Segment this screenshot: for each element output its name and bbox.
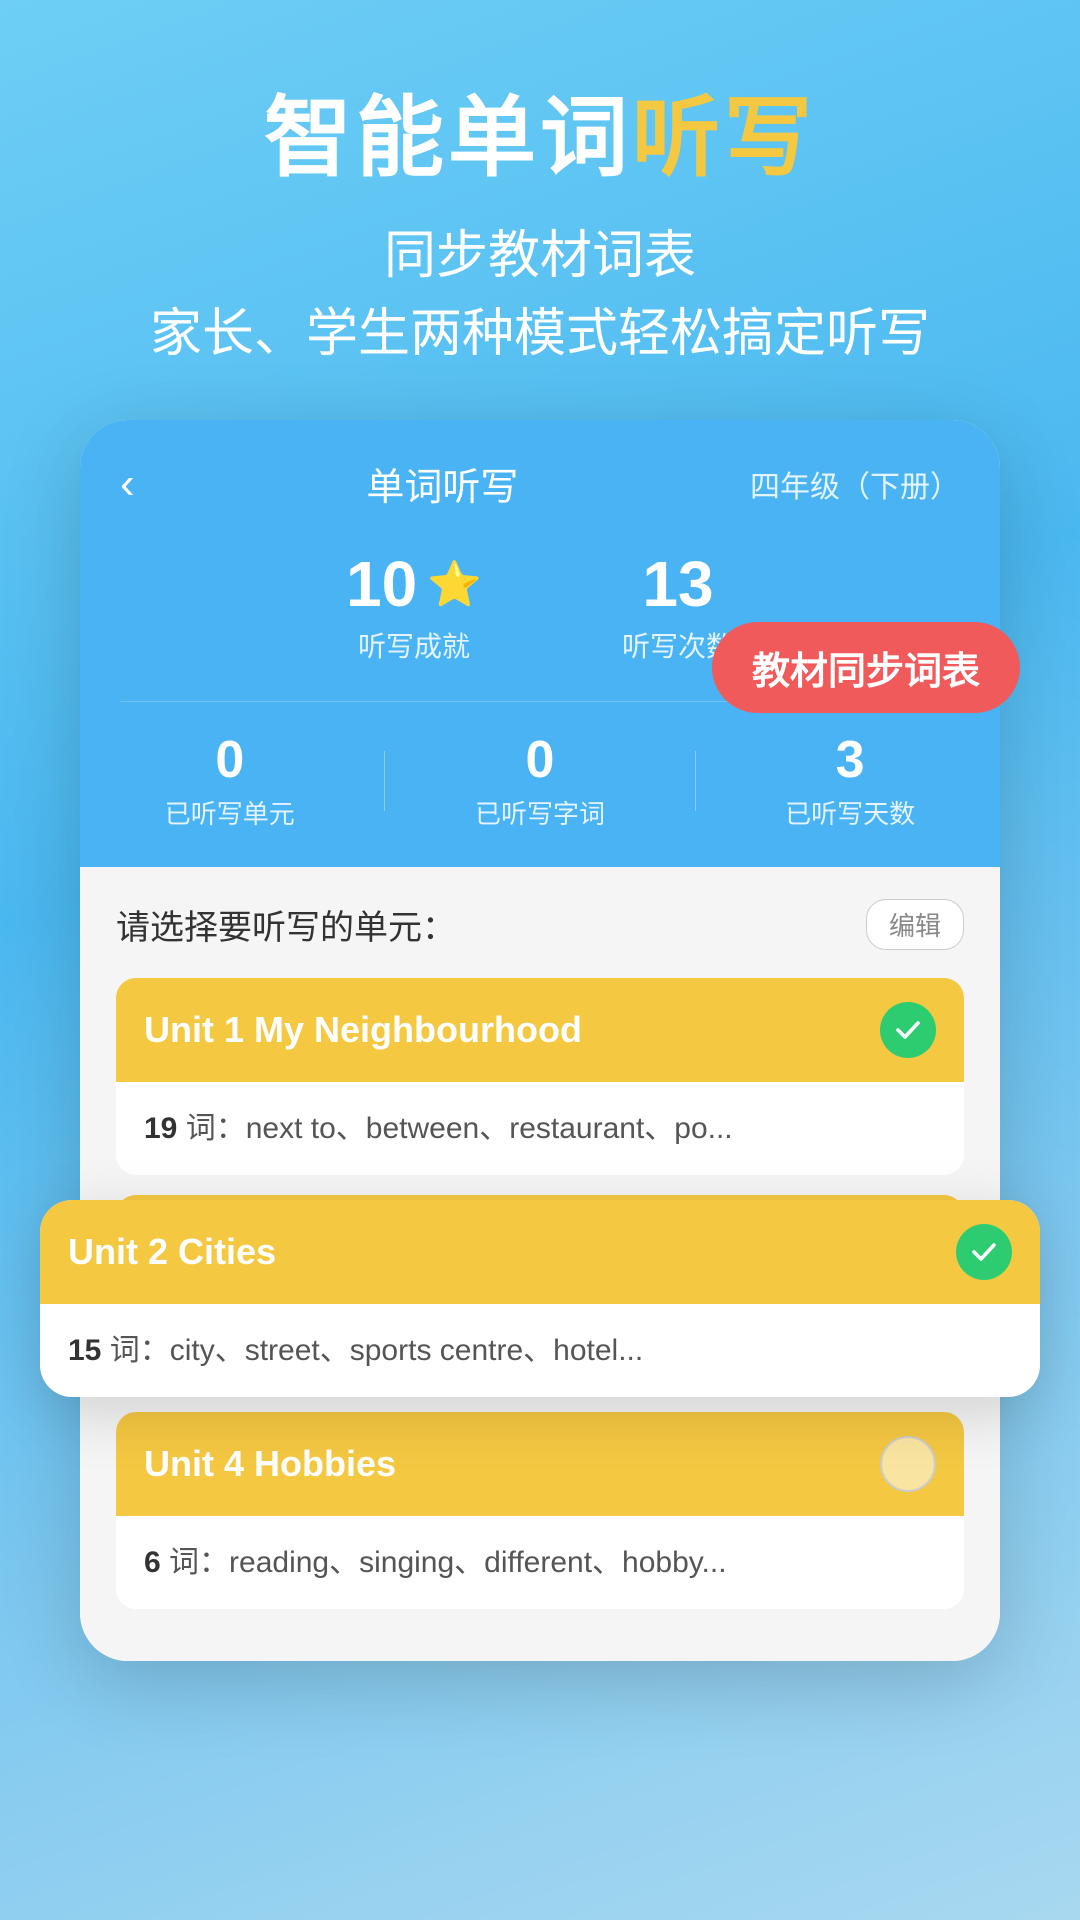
stat-words-label: 已听写字词 [475, 794, 605, 831]
unit-1-header: Unit 1 My Neighbourhood [116, 978, 964, 1082]
stat-achievement-label: 听写成就 [346, 625, 482, 665]
grade-label: 四年级（下册） [750, 462, 960, 506]
subtitle-line2: 家长、学生两种模式轻松搞定听写 [0, 295, 1080, 373]
stat-words: 0 已听写字词 [475, 730, 605, 831]
stat-count-value: 13 [622, 547, 734, 621]
unit-1-count: 19 [144, 1112, 177, 1145]
stats-bottom: 0 已听写单元 0 已听写字词 3 已听写天数 [120, 701, 960, 867]
select-label-row: 请选择要听写的单元： 编辑 [116, 899, 964, 950]
unit-4-header: Unit 4 Hobbies [116, 1412, 964, 1516]
unit-4-check [880, 1436, 936, 1492]
unit-4-words: 6 词：reading、singing、different、hobby... [116, 1516, 964, 1609]
unit-1-check [880, 1002, 936, 1058]
main-title-highlight: 听写 [632, 88, 816, 187]
divider-2 [695, 751, 696, 811]
unit-card-4[interactable]: Unit 4 Hobbies 6 词：reading、singing、diffe… [116, 1412, 964, 1609]
stat-units-value: 0 [165, 730, 295, 790]
tooltip-badge: 教材同步词表 [712, 622, 1020, 713]
unit-4-title: Unit 4 Hobbies [144, 1443, 396, 1485]
unit-4-count: 6 [144, 1546, 161, 1579]
stat-days-value: 3 [785, 730, 915, 790]
unit-2-check [956, 1224, 1012, 1280]
phone-mockup: ‹ 单词听写 四年级（下册） 10 ⭐ 听写成就 13 听写次数 [80, 420, 1000, 1661]
unit-2-count: 15 [68, 1334, 101, 1367]
unit-2-words: 15 词：city、street、sports centre、hotel... [40, 1304, 1040, 1397]
top-section: 智能单词听写 同步教材词表 家长、学生两种模式轻松搞定听写 [0, 0, 1080, 433]
main-title: 智能单词听写 [0, 90, 1080, 187]
back-button[interactable]: ‹ [120, 459, 135, 509]
floating-card-unit2[interactable]: Unit 2 Cities 15 词：city、street、sports ce… [40, 1200, 1040, 1397]
stat-days: 3 已听写天数 [785, 730, 915, 831]
stat-achievement-value: 10 ⭐ [346, 547, 482, 621]
tooltip-text: 教材同步词表 [752, 651, 980, 693]
stat-days-label: 已听写天数 [785, 794, 915, 831]
phone-nav: ‹ 单词听写 四年级（下册） [120, 456, 960, 511]
nav-title: 单词听写 [366, 456, 518, 511]
stat-units-label: 已听写单元 [165, 794, 295, 831]
stat-achievement: 10 ⭐ 听写成就 [346, 547, 482, 665]
unit-card-1[interactable]: Unit 1 My Neighbourhood 19 词：next to、bet… [116, 978, 964, 1175]
unit-2-title: Unit 2 Cities [68, 1231, 276, 1273]
divider-1 [384, 751, 385, 811]
unit-1-words: 19 词：next to、between、restaurant、po... [116, 1082, 964, 1175]
stat-words-value: 0 [475, 730, 605, 790]
edit-button[interactable]: 编辑 [866, 899, 964, 950]
unit-1-title: Unit 1 My Neighbourhood [144, 1009, 582, 1051]
stat-units: 0 已听写单元 [165, 730, 295, 831]
subtitle-line1: 同步教材词表 [0, 217, 1080, 295]
star-icon: ⭐ [427, 558, 482, 610]
select-label: 请选择要听写的单元： [116, 900, 456, 949]
main-title-text: 智能单词 [264, 88, 632, 187]
unit-2-header: Unit 2 Cities [40, 1200, 1040, 1304]
